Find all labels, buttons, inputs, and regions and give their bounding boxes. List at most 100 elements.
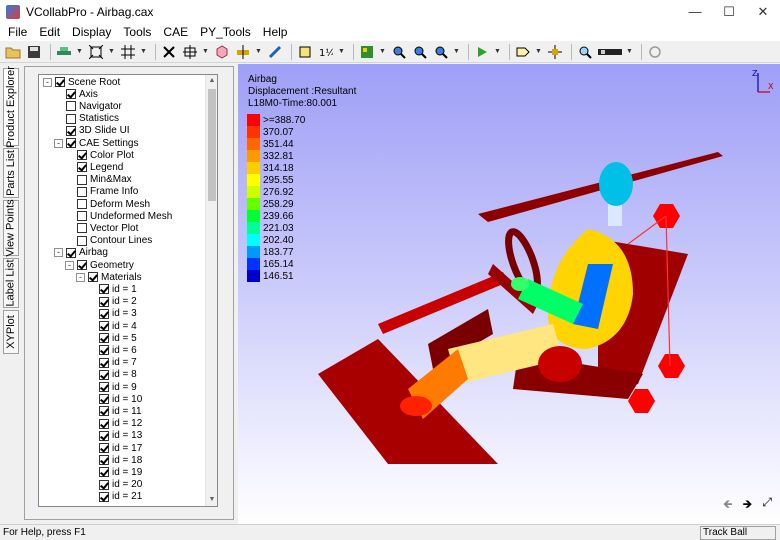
tree-checkbox[interactable] (77, 162, 87, 173)
tree-item[interactable]: Undeformed Mesh (65, 210, 172, 222)
play-icon[interactable] (473, 43, 491, 61)
maximize-button[interactable]: ☐ (712, 0, 746, 23)
tree-item[interactable]: id = 7 (87, 357, 137, 369)
chevron-down-icon[interactable]: ▼ (338, 48, 346, 55)
tree-checkbox[interactable] (66, 101, 76, 112)
zoom-in-icon[interactable] (390, 43, 408, 61)
tree-item[interactable]: id = 4 (87, 320, 137, 332)
tree-checkbox[interactable] (77, 174, 87, 185)
tab-view-points[interactable]: View Points (3, 199, 19, 257)
chevron-down-icon[interactable]: ▼ (140, 48, 148, 55)
menu-file[interactable]: File (2, 25, 33, 39)
probe-icon[interactable] (546, 43, 564, 61)
tree-item[interactable]: - Materials (76, 271, 142, 283)
refresh-icon[interactable] (646, 43, 664, 61)
tree-checkbox[interactable] (66, 138, 76, 148)
tree-item[interactable]: id = 18 (87, 454, 142, 466)
tree-item[interactable]: id = 2 (87, 296, 137, 308)
part-icon[interactable] (181, 43, 199, 61)
tree-checkbox[interactable] (99, 467, 109, 478)
tree-item[interactable]: - Scene Root (43, 76, 120, 88)
tree-checkbox[interactable] (99, 443, 109, 453)
chevron-down-icon[interactable]: ▼ (202, 48, 210, 55)
explode-icon[interactable] (160, 43, 178, 61)
previous-frame-icon[interactable]: 🡸 (723, 495, 733, 516)
tree-item[interactable]: - Geometry (65, 259, 134, 271)
measure-icon[interactable]: 1¼ (317, 43, 335, 61)
tree-checkbox[interactable] (99, 406, 109, 417)
tree-expander-icon[interactable]: - (43, 77, 52, 87)
tree-checkbox[interactable] (99, 321, 109, 331)
tree-checkbox[interactable] (66, 89, 76, 100)
tree-expander-icon[interactable]: - (76, 272, 85, 282)
ruler-icon[interactable] (597, 43, 623, 61)
tree-item[interactable]: id = 13 (87, 430, 142, 442)
3d-viewport[interactable]: Airbag Displacement :Resultant L18M0-Tim… (238, 64, 780, 524)
tree-item[interactable]: id = 19 (87, 466, 142, 478)
menu-tools[interactable]: Tools (117, 25, 157, 39)
tree-item[interactable]: id = 21 (87, 491, 142, 503)
cube-icon[interactable] (213, 43, 231, 61)
tree-checkbox[interactable] (77, 235, 87, 246)
model-view-icon[interactable] (55, 43, 73, 61)
tree-item[interactable]: id = 10 (87, 393, 142, 405)
zoom-out-icon[interactable] (411, 43, 429, 61)
color-plot-icon[interactable] (358, 43, 376, 61)
close-button[interactable]: ✕ (746, 0, 780, 23)
save-icon[interactable] (25, 43, 43, 61)
brush-icon[interactable] (266, 43, 284, 61)
chevron-down-icon[interactable]: ▼ (108, 48, 116, 55)
bounding-box-icon[interactable] (296, 43, 314, 61)
grid-icon[interactable] (119, 43, 137, 61)
tree-item[interactable]: - Airbag (54, 247, 108, 259)
tree-checkbox[interactable] (77, 211, 87, 222)
tree-item[interactable]: id = 12 (87, 418, 142, 430)
menu-edit[interactable]: Edit (33, 25, 66, 39)
tree-checkbox[interactable] (55, 77, 65, 87)
tree-checkbox[interactable] (66, 113, 76, 124)
tab-label-list[interactable]: Label List (3, 258, 19, 308)
tree-item[interactable]: id = 9 (87, 381, 137, 393)
tree-checkbox[interactable] (99, 369, 109, 380)
tree-expander-icon[interactable]: - (65, 260, 74, 270)
tree-item[interactable]: id = 20 (87, 479, 142, 491)
menu-display[interactable]: Display (66, 25, 117, 39)
tree-item[interactable]: Deform Mesh (65, 198, 150, 210)
menu-help[interactable]: Help (257, 25, 294, 39)
tree-item[interactable]: id = 1 (87, 283, 137, 295)
tree-checkbox[interactable] (66, 247, 76, 258)
tree-checkbox[interactable] (99, 345, 109, 356)
tree-checkbox[interactable] (99, 308, 109, 319)
tree-checkbox[interactable] (88, 272, 98, 283)
tree-checkbox[interactable] (99, 284, 109, 295)
tree-item[interactable]: Legend (65, 161, 123, 173)
chevron-down-icon[interactable]: ▼ (255, 48, 263, 55)
tab-xyplot[interactable]: XYPlot (3, 310, 19, 354)
tree-scrollbar[interactable]: ▲ ▼ (205, 75, 217, 506)
tree-checkbox[interactable] (99, 333, 109, 344)
tree-item[interactable]: Axis (54, 88, 98, 100)
tree-expander-icon[interactable]: - (54, 138, 63, 148)
tree-checkbox[interactable] (99, 430, 109, 441)
tree-item[interactable]: id = 17 (87, 442, 142, 454)
tab-parts-list[interactable]: Parts List (3, 148, 19, 198)
minimize-button[interactable]: — (678, 0, 712, 23)
tree-checkbox[interactable] (77, 150, 87, 161)
tree-checkbox[interactable] (99, 394, 109, 405)
tree-checkbox[interactable] (99, 418, 109, 429)
tree-checkbox[interactable] (99, 491, 109, 502)
tree-item[interactable]: Min&Max (65, 174, 132, 186)
chevron-down-icon[interactable]: ▼ (76, 48, 84, 55)
scroll-up-arrow-icon[interactable]: ▲ (206, 75, 217, 87)
tree-checkbox[interactable] (77, 260, 87, 270)
tree-item[interactable]: - CAE Settings (54, 137, 138, 149)
tree-item[interactable]: id = 6 (87, 344, 137, 356)
tree-expander-icon[interactable]: - (54, 248, 63, 258)
scene-tree[interactable]: ▲ ▼ - Scene Root Axis Navigator Statistics 3D… (38, 74, 218, 507)
tree-checkbox[interactable] (99, 382, 109, 392)
chevron-down-icon[interactable]: ▼ (379, 48, 387, 55)
tree-item[interactable]: Color Plot (65, 149, 134, 161)
tree-checkbox[interactable] (99, 357, 109, 368)
chevron-down-icon[interactable]: ▼ (494, 48, 502, 55)
fullscreen-icon[interactable]: ⤢ (762, 495, 772, 516)
